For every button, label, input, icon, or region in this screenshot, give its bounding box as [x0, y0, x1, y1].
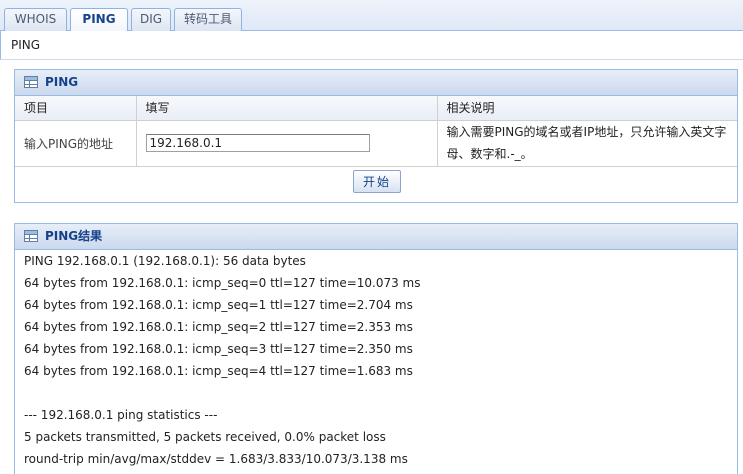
page-title: PING	[0, 31, 743, 60]
table-icon	[24, 76, 38, 88]
output-line: 5 packets transmitted, 5 packets receive…	[24, 430, 386, 444]
ping-result-panel: PING结果 PING 192.168.0.1 (192.168.0.1): 5…	[14, 223, 738, 474]
output-line: 64 bytes from 192.168.0.1: icmp_seq=1 tt…	[24, 298, 413, 312]
ping-panel: PING 项目 填写 相关说明 输入PING的地址 输入需要PING的域名或者I…	[14, 69, 738, 203]
table-icon	[24, 230, 38, 242]
tab-whois[interactable]: WHOIS	[4, 8, 67, 31]
host-field-cell	[136, 120, 438, 167]
result-panel-title: PING结果	[45, 229, 103, 243]
column-header-item: 项目	[15, 96, 137, 121]
output-line: PING 192.168.0.1 (192.168.0.1): 56 data …	[24, 254, 306, 268]
tab-bar: WHOIS PING DIG 转码工具	[0, 0, 743, 32]
tab-dig[interactable]: DIG	[131, 8, 171, 31]
output-line: 64 bytes from 192.168.0.1: icmp_seq=2 tt…	[24, 320, 413, 334]
column-header-description: 相关说明	[437, 96, 737, 121]
ping-form-table: 项目 填写 相关说明 输入PING的地址 输入需要PING的域名或者IP地址，只…	[15, 96, 737, 167]
host-input[interactable]	[145, 134, 370, 152]
column-header-fill: 填写	[136, 96, 438, 121]
tab-transcode-tools[interactable]: 转码工具	[174, 8, 242, 31]
result-panel-header: PING结果	[15, 224, 737, 250]
ping-output: PING 192.168.0.1 (192.168.0.1): 56 data …	[15, 250, 737, 470]
output-line: 64 bytes from 192.168.0.1: icmp_seq=4 tt…	[24, 364, 413, 378]
tab-ping[interactable]: PING	[70, 8, 128, 32]
output-line: --- 192.168.0.1 ping statistics ---	[24, 408, 218, 422]
host-field-description: 输入需要PING的域名或者IP地址，只允许输入英文字母、数字和.-_。	[437, 120, 737, 167]
table-row: 输入PING的地址 输入需要PING的域名或者IP地址，只允许输入英文字母、数字…	[15, 120, 737, 167]
output-line: 64 bytes from 192.168.0.1: icmp_seq=0 tt…	[24, 276, 421, 290]
output-line: 64 bytes from 192.168.0.1: icmp_seq=3 tt…	[24, 342, 413, 356]
output-line: round-trip min/avg/max/stddev = 1.683/3.…	[24, 452, 408, 466]
ping-panel-header: PING	[15, 70, 737, 96]
table-header-row: 项目 填写 相关说明	[15, 96, 737, 121]
host-field-label: 输入PING的地址	[15, 120, 137, 167]
ping-panel-title: PING	[45, 75, 79, 89]
start-button[interactable]: 开始	[353, 170, 401, 193]
